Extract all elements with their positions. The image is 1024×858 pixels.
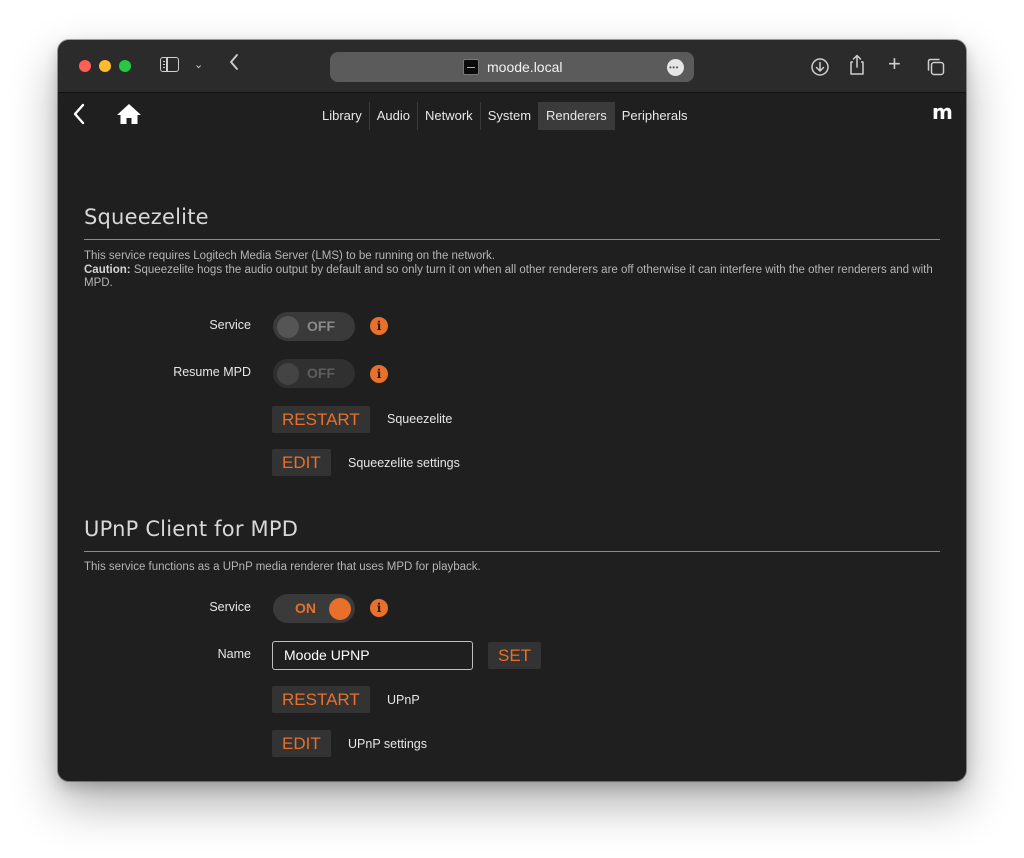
resume-mpd-label: Resume MPD (173, 365, 251, 379)
resume-mpd-toggle[interactable]: OFF (273, 359, 355, 388)
upnp-edit-button[interactable]: EDIT (272, 730, 331, 757)
upnp-edit-caption: UPnP settings (348, 737, 427, 751)
caution-text: Squeezelite hogs the audio output by def… (84, 263, 933, 290)
url-text: moode.local (487, 59, 563, 75)
tab-peripherals[interactable]: Peripherals (613, 102, 695, 130)
upnp-service-toggle[interactable]: ON (273, 594, 355, 623)
new-tab-icon[interactable]: + (888, 53, 901, 75)
squeezelite-service-toggle[interactable]: OFF (273, 312, 355, 341)
home-icon[interactable] (116, 103, 142, 130)
zoom-window-button[interactable] (119, 60, 131, 72)
info-icon[interactable]: i (370, 317, 388, 335)
moode-logo[interactable]: m (932, 100, 953, 124)
toggle-state: OFF (307, 318, 335, 334)
caution-label: Caution: (84, 263, 131, 276)
squeezelite-service-label: Service (209, 318, 251, 332)
browser-window: ⌄ moode.local + Library Audio (58, 40, 966, 781)
tab-overview-icon[interactable] (926, 57, 946, 82)
upnp-service-label: Service (209, 600, 251, 614)
toggle-state: OFF (307, 365, 335, 381)
back-icon[interactable] (72, 102, 86, 131)
squeezelite-restart-button[interactable]: RESTART (272, 406, 370, 433)
toggle-knob (329, 597, 351, 620)
share-icon[interactable] (848, 54, 866, 81)
tab-network[interactable]: Network (417, 102, 480, 130)
sidebar-toggle-icon[interactable] (160, 57, 179, 72)
squeezelite-edit-caption: Squeezelite settings (348, 456, 460, 470)
upnp-description: This service functions as a UPnP media r… (84, 561, 481, 573)
upnp-name-input[interactable]: Moode UPNP (272, 641, 473, 670)
squeezelite-edit-button[interactable]: EDIT (272, 449, 331, 476)
page-menu-icon[interactable] (667, 59, 684, 76)
squeezelite-restart-caption: Squeezelite (387, 412, 453, 426)
config-tabs: Library Audio Network System Renderers P… (315, 102, 695, 130)
close-window-button[interactable] (79, 60, 91, 72)
chevron-down-icon[interactable]: ⌄ (194, 58, 203, 71)
info-icon[interactable]: i (370, 599, 388, 617)
address-bar[interactable]: moode.local (330, 52, 694, 82)
toggle-state: ON (295, 600, 316, 616)
squeezelite-description: This service requires Logitech Media Ser… (84, 250, 944, 291)
minimize-window-button[interactable] (99, 60, 111, 72)
upnp-name-label: Name (217, 647, 251, 661)
tab-renderers[interactable]: Renderers (538, 102, 614, 130)
upnp-title: UPnP Client for MPD (84, 517, 299, 541)
app-content: Library Audio Network System Renderers P… (58, 93, 966, 781)
squeezelite-title: Squeezelite (84, 205, 209, 229)
download-icon[interactable] (810, 57, 830, 82)
info-icon[interactable]: i (370, 365, 388, 383)
browser-toolbar: ⌄ moode.local + (58, 40, 966, 93)
section-divider (84, 239, 940, 240)
toggle-knob (277, 315, 299, 338)
section-divider (84, 551, 940, 552)
tab-system[interactable]: System (479, 102, 538, 130)
squeezelite-desc-line1: This service requires Logitech Media Ser… (84, 250, 496, 262)
tab-library[interactable]: Library (315, 102, 369, 130)
tab-audio[interactable]: Audio (368, 102, 417, 130)
toggle-knob (277, 362, 299, 385)
upnp-name-set-button[interactable]: SET (488, 642, 542, 669)
upnp-restart-caption: UPnP (387, 693, 420, 707)
browser-back-icon[interactable] (228, 52, 240, 77)
site-favicon-icon (463, 59, 479, 75)
upnp-restart-button[interactable]: RESTART (272, 686, 370, 713)
